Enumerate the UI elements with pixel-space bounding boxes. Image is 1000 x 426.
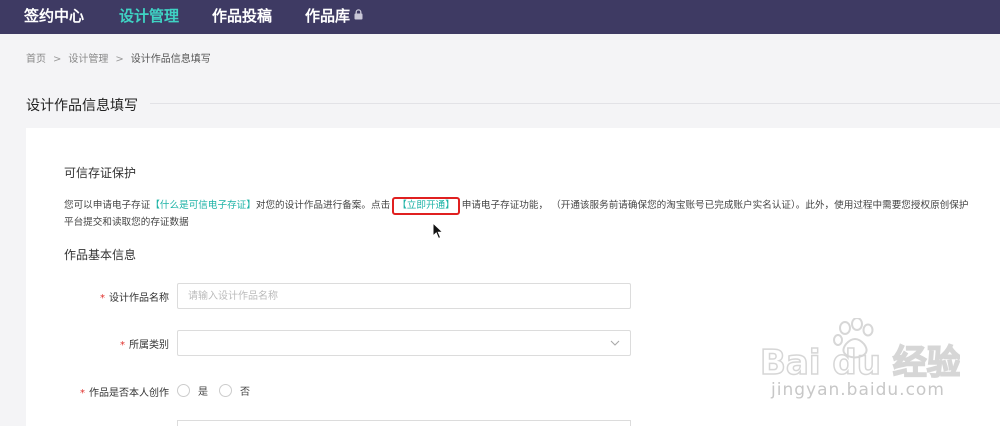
required-mark: * xyxy=(120,340,125,351)
trust-notice: 您可以申请电子存证【什么是可信电子存证】对您的设计作品进行备案。点击 【立即开通】… xyxy=(64,197,974,230)
baidu-jingyan-watermark: Bai du 经验 xyxy=(760,318,960,384)
nav-item-work-library[interactable]: 作品库 xyxy=(305,5,363,26)
mouse-cursor-icon xyxy=(432,222,444,240)
what-is-evidence-link[interactable]: 【什么是可信电子存证】 xyxy=(150,200,256,211)
nav-item-signing-center[interactable]: 签约中心 xyxy=(24,5,84,26)
watermark-brand: Bai du 经验 xyxy=(760,343,960,383)
title-divider xyxy=(150,103,1000,104)
radio-yes-label: 是 xyxy=(198,386,208,398)
original-work-label: * 作品是否本人创作 xyxy=(80,384,169,399)
trust-section-title: 可信存证保护 xyxy=(64,166,137,180)
required-mark: * xyxy=(80,388,85,399)
breadcrumb: 首页 > 设计管理 > 设计作品信息填写 xyxy=(26,50,211,65)
top-nav-bar: 签约中心 设计管理 作品投稿 作品库 xyxy=(0,0,1000,34)
original-work-label-text: 作品是否本人创作 xyxy=(89,388,169,399)
work-name-label: * 设计作品名称 xyxy=(100,289,169,304)
category-label: * 所属类别 xyxy=(120,336,169,351)
breadcrumb-separator: > xyxy=(115,54,124,65)
nav-item-design-management[interactable]: 设计管理 xyxy=(119,5,179,26)
breadcrumb-design-management[interactable]: 设计管理 xyxy=(68,54,108,65)
lock-icon xyxy=(354,6,363,24)
work-name-label-text: 设计作品名称 xyxy=(109,293,169,304)
watermark-url: jingyan.baidu.com xyxy=(771,380,945,400)
radio-no-label: 否 xyxy=(240,386,250,398)
nav-item-work-library-label: 作品库 xyxy=(305,7,351,25)
radio-circle xyxy=(219,383,232,397)
breadcrumb-current: 设计作品信息填写 xyxy=(130,54,211,65)
breadcrumb-separator: > xyxy=(53,54,62,65)
category-select[interactable] xyxy=(177,330,631,356)
work-name-input[interactable] xyxy=(177,283,631,309)
radio-circle xyxy=(177,383,190,397)
radio-original-no[interactable]: 否 xyxy=(219,382,250,398)
required-mark: * xyxy=(100,293,105,304)
nav-item-work-submission[interactable]: 作品投稿 xyxy=(212,5,272,26)
trust-text-2: 对您的设计作品进行备案。点击 xyxy=(255,200,391,211)
breadcrumb-home[interactable]: 首页 xyxy=(26,54,46,65)
radio-original-yes[interactable]: 是 xyxy=(177,382,208,398)
open-now-link[interactable]: 【立即开通】 xyxy=(392,197,460,215)
chevron-down-icon xyxy=(610,340,620,346)
next-field-input[interactable] xyxy=(177,420,631,426)
category-label-text: 所属类别 xyxy=(129,340,169,351)
page-title: 设计作品信息填写 xyxy=(26,98,138,114)
basic-info-title: 作品基本信息 xyxy=(64,248,137,262)
trust-text-1: 您可以申请电子存证 xyxy=(64,200,151,211)
